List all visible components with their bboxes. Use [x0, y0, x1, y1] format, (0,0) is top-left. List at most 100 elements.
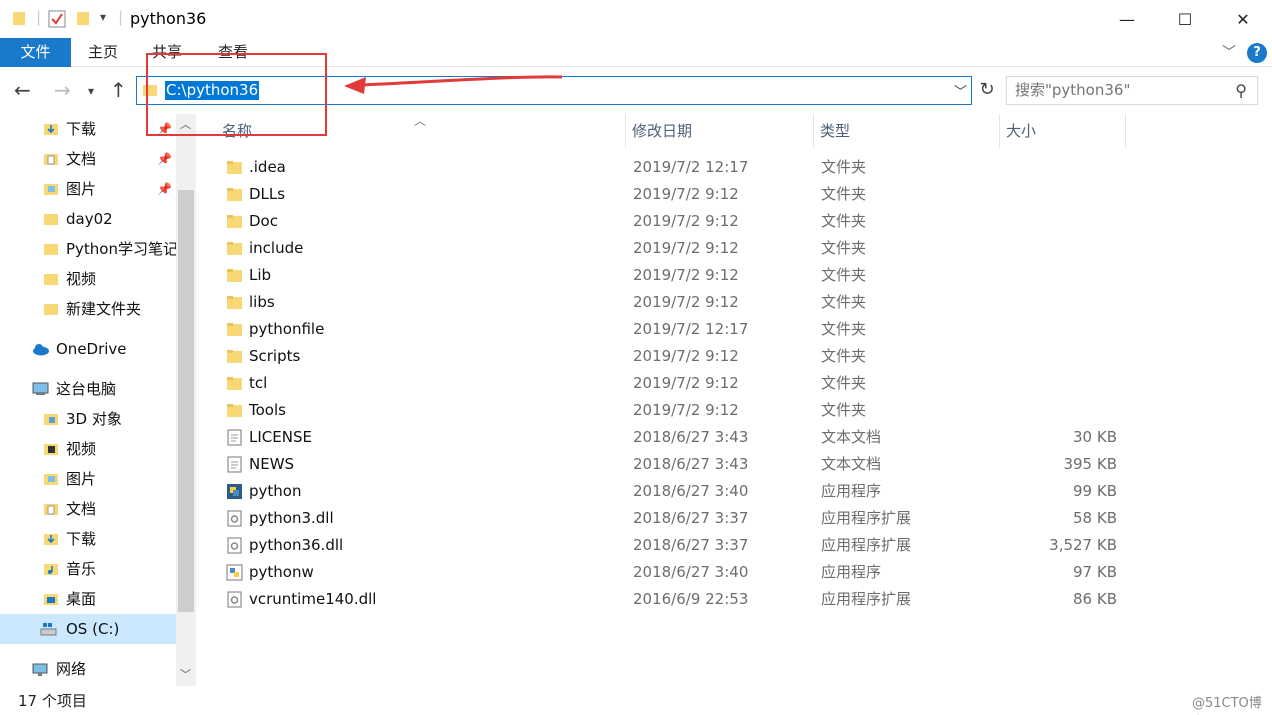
nav-item-music[interactable]: 音乐: [0, 554, 176, 584]
tab-home[interactable]: 主页: [80, 38, 126, 67]
nav-item-videos[interactable]: 视频: [0, 434, 176, 464]
pin-icon[interactable]: 📌: [157, 174, 172, 204]
new-folder-icon[interactable]: [76, 10, 90, 26]
table-row[interactable]: Tools 2019/7/2 9:12 文件夹: [220, 397, 1140, 424]
recent-locations-icon[interactable]: ▾: [88, 84, 94, 98]
file-date: 2018/6/27 3:37: [633, 536, 749, 554]
file-date: 2019/7/2 12:17: [633, 320, 749, 338]
table-row[interactable]: NEWS 2018/6/27 3:43 文本文档 395 KB: [220, 451, 1140, 478]
nav-item-this-pc[interactable]: 这台电脑: [0, 374, 176, 404]
file-name: python36.dll: [249, 536, 344, 554]
table-row[interactable]: libs 2019/7/2 9:12 文件夹: [220, 289, 1140, 316]
file-date: 2019/7/2 9:12: [633, 293, 739, 311]
table-row[interactable]: DLLs 2019/7/2 9:12 文件夹: [220, 181, 1140, 208]
dll-icon: [227, 591, 242, 608]
search-icon[interactable]: ⚲: [1235, 81, 1247, 100]
file-type: 文本文档: [821, 455, 882, 473]
column-header-date[interactable]: 修改日期: [628, 114, 814, 148]
folder-icon: [227, 242, 242, 255]
folder-icon: [227, 377, 242, 390]
file-size: 58 KB: [1073, 509, 1117, 527]
file-name: python: [249, 482, 302, 500]
title-bar: | ▾ | python36 — ☐ ✕: [0, 0, 1272, 38]
file-name: pythonfile: [249, 320, 325, 338]
scroll-down-icon[interactable]: ﹀: [180, 666, 191, 682]
table-row[interactable]: Scripts 2019/7/2 9:12 文件夹: [220, 343, 1140, 370]
up-arrow-icon[interactable]: ↑: [110, 78, 127, 102]
file-date: 2019/7/2 9:12: [633, 347, 739, 365]
drive-icon: [40, 623, 57, 636]
nav-item-network[interactable]: 网络: [0, 654, 176, 684]
watermark: @51CTO博客: [1192, 696, 1262, 711]
file-size: 3,527 KB: [1049, 536, 1117, 554]
text-file-icon: [227, 456, 242, 473]
nav-item-documents[interactable]: 文档 📌: [0, 144, 176, 174]
chevron-down-icon[interactable]: ﹀: [954, 81, 967, 100]
table-row[interactable]: python 2018/6/27 3:40 应用程序 99 KB: [220, 478, 1140, 505]
search-input[interactable]: [1015, 81, 1225, 99]
column-header-size[interactable]: 大小: [1002, 114, 1126, 148]
forward-arrow-icon[interactable]: →: [54, 78, 71, 102]
file-date: 2016/6/9 22:53: [633, 590, 749, 608]
file-type: 文件夹: [821, 239, 867, 257]
properties-icon[interactable]: [48, 10, 66, 28]
table-row[interactable]: LICENSE 2018/6/27 3:43 文本文档 30 KB: [220, 424, 1140, 451]
nav-item-pictures[interactable]: 图片 📌: [0, 174, 176, 204]
nav-item-documents-pc[interactable]: 文档: [0, 494, 176, 524]
minimize-button[interactable]: —: [1098, 0, 1156, 38]
column-header-type[interactable]: 类型: [816, 114, 1000, 148]
nav-item-videos-quick[interactable]: 视频: [0, 264, 176, 294]
file-name: Tools: [249, 401, 286, 419]
sidebar-scrollbar[interactable]: ︿ ﹀: [176, 114, 196, 686]
nav-item-os-c[interactable]: OS (C:): [0, 614, 176, 644]
nav-item-onedrive[interactable]: OneDrive: [0, 334, 176, 364]
back-arrow-icon[interactable]: ←: [14, 78, 31, 102]
file-name: python3.dll: [249, 509, 334, 527]
table-row[interactable]: tcl 2019/7/2 9:12 文件夹: [220, 370, 1140, 397]
expand-ribbon-icon[interactable]: ﹀: [1222, 42, 1236, 62]
table-row[interactable]: vcruntime140.dll 2016/6/9 22:53 应用程序扩展 86 K…: [220, 586, 1140, 613]
status-bar: 17 个项目 @51CTO博客: [0, 686, 1272, 715]
quick-access-dropdown-icon[interactable]: ▾: [100, 10, 106, 24]
nav-item-day02[interactable]: day02: [0, 204, 176, 234]
computer-icon: [32, 382, 49, 395]
table-row[interactable]: pythonw 2018/6/27 3:40 应用程序 97 KB: [220, 559, 1140, 586]
refresh-icon[interactable]: ↻: [975, 79, 999, 103]
file-size: 97 KB: [1073, 563, 1117, 581]
file-date: 2018/6/27 3:37: [633, 509, 749, 527]
file-list: ︿ 名称 修改日期 类型 大小 .idea 2019/7/2 12:17 文件夹 DL…: [196, 114, 1272, 686]
search-box[interactable]: ⚲: [1006, 76, 1258, 105]
table-row[interactable]: pythonfile 2019/7/2 12:17 文件夹: [220, 316, 1140, 343]
table-row[interactable]: python3.dll 2018/6/27 3:37 应用程序扩展 58 KB: [220, 505, 1140, 532]
file-name: Lib: [249, 266, 272, 284]
videos-folder-icon: [44, 444, 58, 455]
file-name: vcruntime140.dll: [249, 590, 377, 608]
file-date: 2019/7/2 9:12: [633, 374, 739, 392]
tab-file[interactable]: 文件: [0, 38, 71, 67]
music-folder-icon: [44, 564, 58, 575]
file-type: 文本文档: [821, 428, 882, 446]
table-row[interactable]: Doc 2019/7/2 9:12 文件夹: [220, 208, 1140, 235]
nav-item-desktop[interactable]: 桌面: [0, 584, 176, 614]
nav-item-pictures-pc[interactable]: 图片: [0, 464, 176, 494]
file-name: NEWS: [249, 455, 295, 473]
nav-item-3d-objects[interactable]: 3D 对象: [0, 404, 176, 434]
maximize-button[interactable]: ☐: [1156, 0, 1214, 38]
file-type: 文件夹: [821, 158, 867, 176]
table-row[interactable]: Lib 2019/7/2 9:12 文件夹: [220, 262, 1140, 289]
cloud-icon: [33, 344, 49, 356]
documents-folder-icon: [44, 504, 58, 515]
pin-icon[interactable]: 📌: [157, 144, 172, 174]
table-row[interactable]: .idea 2019/7/2 12:17 文件夹: [220, 154, 1140, 181]
help-icon[interactable]: ?: [1247, 43, 1267, 63]
table-row[interactable]: include 2019/7/2 9:12 文件夹: [220, 235, 1140, 262]
folder-icon: [227, 215, 242, 228]
file-name: pythonw: [249, 563, 314, 581]
nav-item-new-folder[interactable]: 新建文件夹: [0, 294, 176, 324]
dll-icon: [227, 510, 242, 527]
table-row[interactable]: python36.dll 2018/6/27 3:37 应用程序扩展 3,527 KB: [220, 532, 1140, 559]
close-button[interactable]: ✕: [1214, 0, 1272, 38]
nav-item-downloads-pc[interactable]: 下载: [0, 524, 176, 554]
scrollbar-thumb[interactable]: [178, 190, 194, 612]
nav-item-python-notes[interactable]: Python学习笔记: [0, 234, 176, 264]
